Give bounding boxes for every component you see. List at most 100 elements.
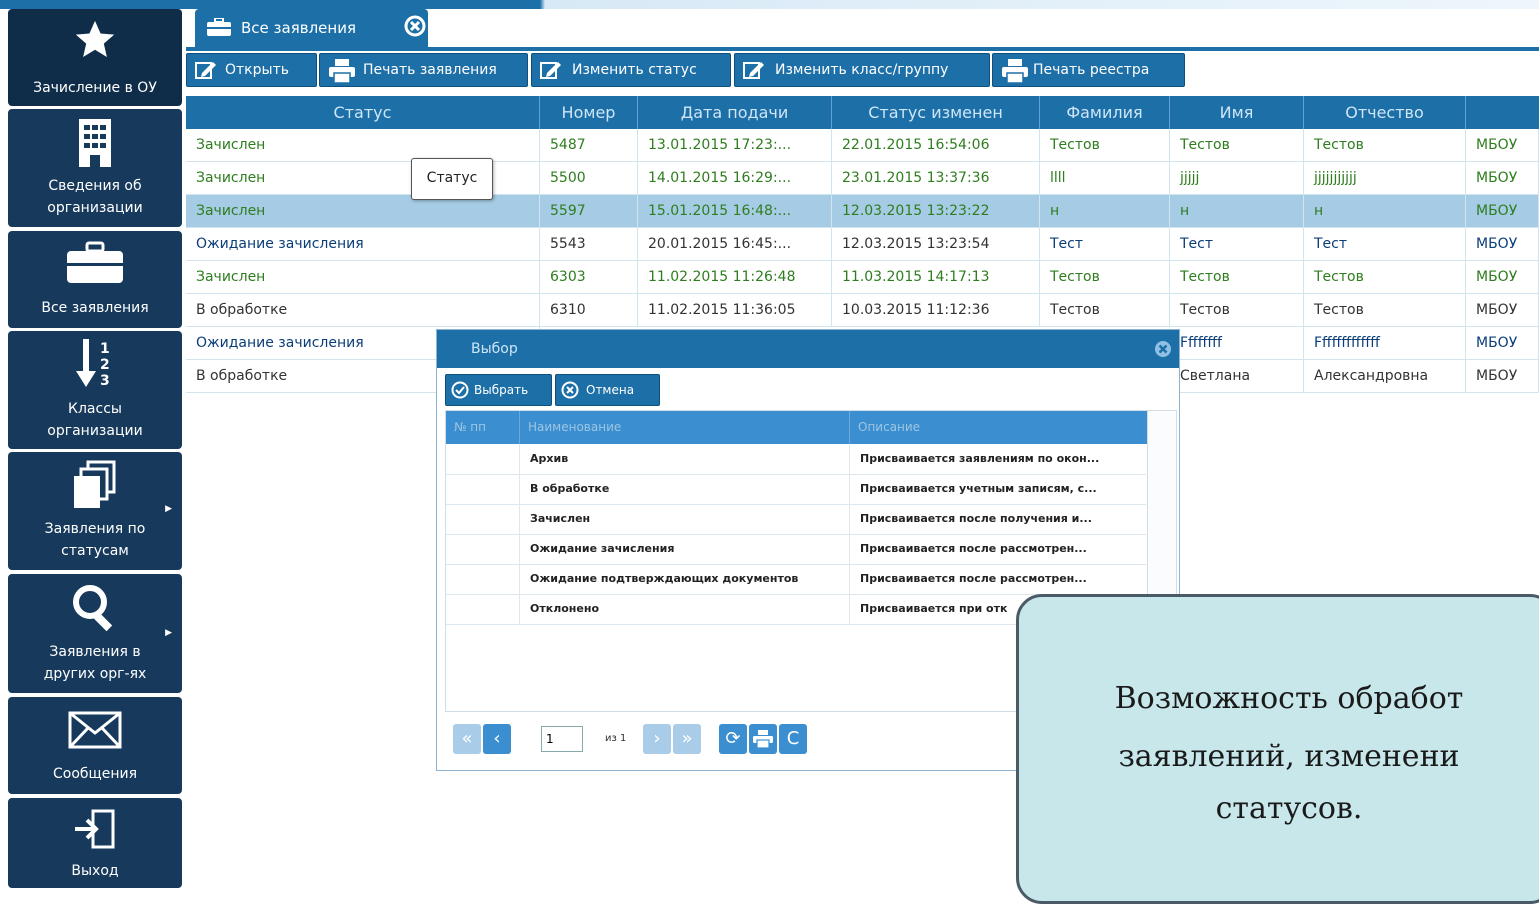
list-item-description: Присваивается заявлениям по окон...	[860, 452, 1100, 465]
sidebar-item-all-applications[interactable]: Все заявления	[8, 231, 182, 328]
close-icon[interactable]	[1153, 339, 1173, 363]
print-register-button[interactable]: Печать реестра	[992, 53, 1185, 87]
sidebar-item-other-orgs[interactable]: ▶ Заявления в других орг-ях	[8, 574, 182, 693]
column-header-name[interactable]: Наименование	[520, 411, 850, 444]
sidebar-item-label: Заявления по	[44, 521, 146, 537]
table-cell-first: Светлана	[1170, 360, 1304, 392]
table-cell-number: 5543	[540, 228, 638, 260]
select-button[interactable]: Выбрать	[445, 374, 552, 406]
table-row[interactable]: Зачислен 6303 11.02.2015 11:26:48 11.03.201…	[186, 261, 1539, 294]
list-item[interactable]: Архив Присваивается заявлениям по окон...	[446, 444, 1146, 475]
change-class-button[interactable]: Изменить класс/группу	[734, 53, 990, 87]
print-application-label: Печать заявления	[363, 62, 497, 78]
print-application-button[interactable]: Печать заявления	[319, 53, 528, 87]
close-icon[interactable]	[404, 15, 426, 41]
page-number-input[interactable]: 1	[541, 726, 583, 752]
table-cell-middle: Александровна	[1304, 360, 1466, 392]
table-cell-number: 5487	[540, 129, 638, 161]
change-status-label: Изменить статус	[572, 62, 697, 78]
table-row[interactable]: Зачислен 5597 15.01.2015 16:48:... 12.03.20…	[186, 195, 1539, 228]
envelope-icon	[8, 711, 182, 753]
column-header-changed[interactable]: Статус изменен	[832, 96, 1040, 129]
list-item-name: Зачислен	[520, 504, 850, 534]
column-header-status[interactable]: Статус	[186, 96, 540, 129]
column-header-first-name[interactable]: Имя	[1170, 96, 1304, 129]
table-cell-org: МБОУ	[1466, 360, 1539, 392]
next-page-icon[interactable]: ›	[643, 724, 671, 754]
list-item-index	[446, 534, 520, 564]
sidebar-item-label: других орг-ях	[43, 666, 147, 682]
sidebar-item-label: Классы	[68, 401, 122, 417]
table-cell-org: МБОУ	[1466, 327, 1539, 359]
sidebar-item-label: Выход	[71, 863, 119, 879]
column-header-date[interactable]: Дата подачи	[638, 96, 832, 129]
list-item[interactable]: Зачислен Присваивается после получения и.…	[446, 504, 1146, 535]
table-cell-middle: Тест	[1304, 228, 1466, 260]
printer-icon	[1002, 59, 1028, 87]
table-row[interactable]: Ожидание зачисления 5543 20.01.2015 16:45:…	[186, 228, 1539, 261]
table-row[interactable]: Зачислен 5487 13.01.2015 17:23:... 22.01.20…	[186, 129, 1539, 162]
dialog-title: Выбор	[471, 341, 518, 357]
status-tooltip: Статус	[411, 158, 493, 200]
column-header-middle-name[interactable]: Отчество	[1304, 96, 1466, 129]
sidebar-item-enrollment[interactable]: Зачисление в ОУ	[8, 9, 182, 106]
briefcase-icon	[8, 241, 182, 289]
last-page-icon[interactable]: »	[673, 724, 701, 754]
list-item-description: Присваивается после получения и...	[860, 512, 1092, 525]
submenu-arrow-icon: ▶	[165, 504, 172, 514]
list-item-name: Архив	[520, 444, 850, 474]
change-class-label: Изменить класс/группу	[775, 62, 949, 78]
clear-icon[interactable]: C	[779, 724, 807, 754]
list-item[interactable]: Ожидание зачисления Присваивается после р…	[446, 534, 1146, 565]
prev-page-icon[interactable]: ‹	[483, 724, 511, 754]
table-cell-number: 5597	[540, 195, 638, 227]
first-page-icon[interactable]: «	[453, 724, 481, 754]
sidebar-item-messages[interactable]: Сообщения	[8, 697, 182, 794]
table-cell-org: МБОУ	[1466, 162, 1539, 194]
list-item-name: Ожидание зачисления	[520, 534, 850, 564]
tab-all-applications[interactable]: Все заявления	[195, 9, 428, 47]
table-cell-date: 11.02.2015 11:36:05	[638, 294, 832, 326]
table-cell-status: Зачислен	[186, 261, 540, 293]
change-status-button[interactable]: Изменить статус	[531, 53, 731, 87]
list-item-name: Отклонено	[520, 594, 850, 624]
sidebar-item-org-info[interactable]: Сведения об организации	[8, 109, 182, 227]
column-header-number[interactable]: Номер	[540, 96, 638, 129]
sidebar-item-label: организации	[47, 423, 143, 439]
table-row[interactable]: В обработке 6310 11.02.2015 11:36:05 10.03.…	[186, 294, 1539, 327]
column-header-org[interactable]	[1466, 96, 1539, 129]
list-item[interactable]: Ожидание подтверждающих документов Присва…	[446, 564, 1146, 595]
table-cell-changed: 23.01.2015 13:37:36	[832, 162, 1040, 194]
table-row[interactable]: Зачислен 5500 14.01.2015 16:29:... 23.01.20…	[186, 162, 1539, 195]
table-cell-date: 11.02.2015 11:26:48	[638, 261, 832, 293]
refresh-icon[interactable]: ⟳	[719, 724, 747, 754]
sidebar-item-label: статусам	[61, 543, 129, 559]
table-cell-changed: 22.01.2015 16:54:06	[832, 129, 1040, 161]
table-cell-org: МБОУ	[1466, 129, 1539, 161]
cancel-button[interactable]: Отмена	[555, 374, 660, 406]
select-label: Выбрать	[474, 383, 529, 397]
table-cell-last: Тестов	[1040, 294, 1170, 326]
submenu-arrow-icon: ▶	[165, 628, 172, 638]
table-cell-first: Тестов	[1170, 294, 1304, 326]
cancel-circle-icon	[561, 381, 579, 402]
list-item-index	[446, 474, 520, 504]
open-button[interactable]: Открыть	[186, 53, 317, 87]
sidebar-item-exit[interactable]: Выход	[8, 798, 182, 888]
sidebar-item-classes[interactable]: 123 Классы организации	[8, 331, 182, 449]
list-item[interactable]: В обработке Присваивается учетным записям…	[446, 474, 1146, 505]
table-cell-middle: н	[1304, 195, 1466, 227]
list-item-name: В обработке	[520, 474, 850, 504]
printer-icon[interactable]	[749, 724, 777, 754]
sidebar-item-label: Сведения об	[48, 178, 142, 194]
column-header-description[interactable]: Описание	[850, 411, 1147, 444]
table-cell-first: Тестов	[1170, 129, 1304, 161]
column-header-last-name[interactable]: Фамилия	[1040, 96, 1170, 129]
svg-text:1: 1	[100, 341, 110, 357]
callout-line-1: Возможность обработ	[1114, 681, 1464, 716]
column-header-index[interactable]: № пп	[446, 411, 520, 444]
table-cell-status: В обработке	[186, 294, 540, 326]
tab-label: Все заявления	[241, 19, 356, 37]
list-item-description: Присваивается учетным записям, с...	[860, 482, 1097, 495]
sidebar-item-by-status[interactable]: ▶ Заявления по статусам	[8, 452, 182, 570]
